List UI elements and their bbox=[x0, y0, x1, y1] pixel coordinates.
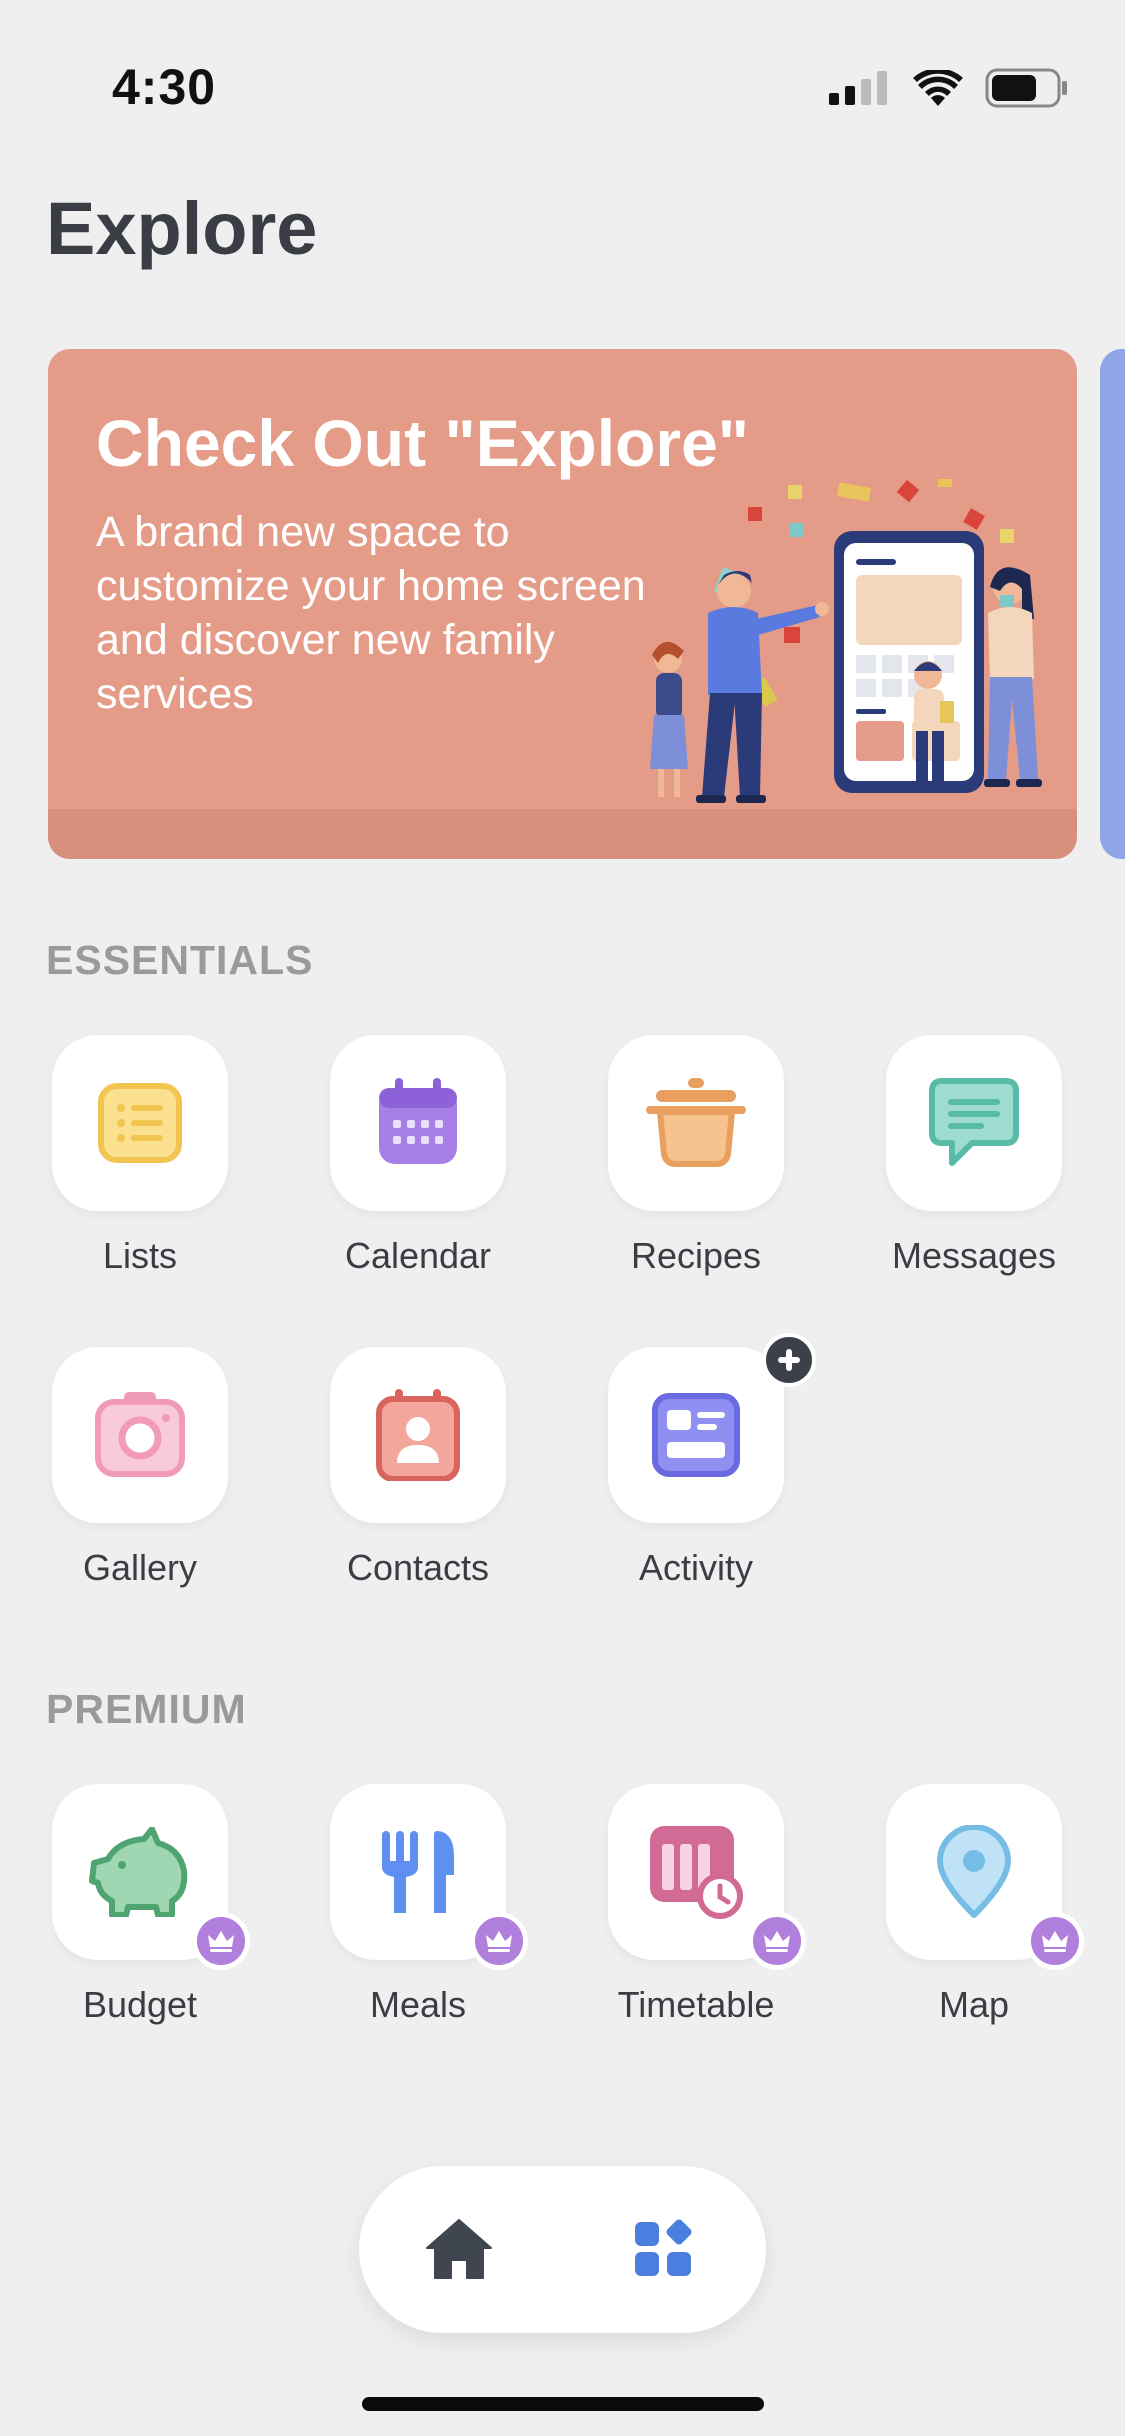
status-icons bbox=[829, 66, 1069, 110]
contact-card-icon bbox=[376, 1389, 460, 1481]
apps-icon bbox=[635, 2219, 692, 2276]
home-icon bbox=[426, 2219, 492, 2279]
banner-text: A brand new space to customize your home… bbox=[96, 508, 646, 718]
nav-home-button[interactable] bbox=[416, 2206, 502, 2292]
item-label: Timetable bbox=[617, 1984, 775, 2025]
tile[interactable] bbox=[608, 1035, 784, 1211]
premium-item-map[interactable]: Map bbox=[844, 1784, 1104, 2034]
crown-icon bbox=[1042, 1931, 1068, 1952]
cellular-signal-icon bbox=[829, 71, 887, 105]
activity-icon bbox=[652, 1393, 740, 1477]
plus-icon bbox=[778, 1349, 800, 1371]
item-label: Budget bbox=[82, 1984, 198, 2025]
tile[interactable] bbox=[330, 1035, 506, 1211]
location-pin-icon bbox=[937, 1825, 1011, 1918]
tile[interactable] bbox=[608, 1347, 784, 1523]
banner-title: Check Out "Explore" bbox=[96, 406, 750, 480]
essential-item-gallery[interactable]: Gallery bbox=[10, 1347, 270, 1597]
premium-item-meals[interactable]: Meals bbox=[288, 1784, 548, 2034]
tile[interactable] bbox=[52, 1035, 228, 1211]
status-bar: 4:30 bbox=[0, 0, 1125, 150]
camera-icon bbox=[95, 1392, 185, 1477]
item-label: Gallery bbox=[82, 1547, 198, 1588]
crown-icon bbox=[764, 1931, 790, 1952]
item-label: Calendar bbox=[344, 1235, 492, 1276]
calendar-icon bbox=[379, 1078, 457, 1164]
essential-item-calendar[interactable]: Calendar bbox=[288, 1035, 548, 1285]
page-title: Explore bbox=[46, 187, 318, 270]
tile[interactable] bbox=[886, 1035, 1062, 1211]
premium-badge bbox=[192, 1912, 250, 1970]
premium-item-budget[interactable]: Budget bbox=[10, 1784, 270, 2034]
fork-knife-icon bbox=[382, 1831, 454, 1913]
nav-explore-button[interactable] bbox=[621, 2206, 707, 2292]
tile[interactable] bbox=[52, 1347, 228, 1523]
essential-item-recipes[interactable]: Recipes bbox=[566, 1035, 826, 1285]
list-icon bbox=[98, 1083, 182, 1163]
message-icon bbox=[929, 1078, 1019, 1166]
item-label: Messages bbox=[891, 1235, 1057, 1276]
premium-badge bbox=[1026, 1912, 1084, 1970]
battery-icon bbox=[985, 68, 1067, 108]
explore-banner[interactable]: Check Out "Explore" A brand new space to… bbox=[48, 349, 1077, 859]
wifi-icon bbox=[913, 70, 963, 106]
essentials-section-label: ESSENTIALS bbox=[46, 937, 314, 983]
crown-icon bbox=[486, 1931, 512, 1952]
item-label: Activity bbox=[638, 1547, 753, 1588]
next-banner-card[interactable] bbox=[1100, 349, 1125, 859]
home-indicator bbox=[362, 2397, 764, 2411]
item-label: Contacts bbox=[346, 1547, 490, 1588]
item-label: Lists bbox=[102, 1235, 178, 1276]
essential-item-lists[interactable]: Lists bbox=[10, 1035, 270, 1285]
item-label: Map bbox=[938, 1984, 1010, 2025]
essential-item-messages[interactable]: Messages bbox=[844, 1035, 1104, 1285]
family-phone-illustration bbox=[650, 479, 1042, 803]
timetable-icon bbox=[650, 1826, 743, 1919]
essential-item-activity[interactable]: Activity bbox=[566, 1333, 826, 1597]
item-label: Meals bbox=[369, 1984, 467, 2025]
premium-section-label: PREMIUM bbox=[46, 1686, 247, 1732]
crown-icon bbox=[208, 1931, 234, 1952]
premium-badge bbox=[470, 1912, 528, 1970]
status-time: 4:30 bbox=[112, 59, 217, 115]
essential-item-contacts[interactable]: Contacts bbox=[288, 1347, 548, 1597]
premium-badge bbox=[748, 1912, 806, 1970]
add-badge[interactable] bbox=[762, 1333, 816, 1387]
piggy-bank-icon bbox=[89, 1827, 188, 1917]
bottom-nav bbox=[359, 2166, 766, 2333]
item-label: Recipes bbox=[630, 1235, 762, 1276]
tile[interactable] bbox=[330, 1347, 506, 1523]
premium-item-timetable[interactable]: Timetable bbox=[566, 1784, 826, 2034]
pot-icon bbox=[646, 1078, 746, 1167]
